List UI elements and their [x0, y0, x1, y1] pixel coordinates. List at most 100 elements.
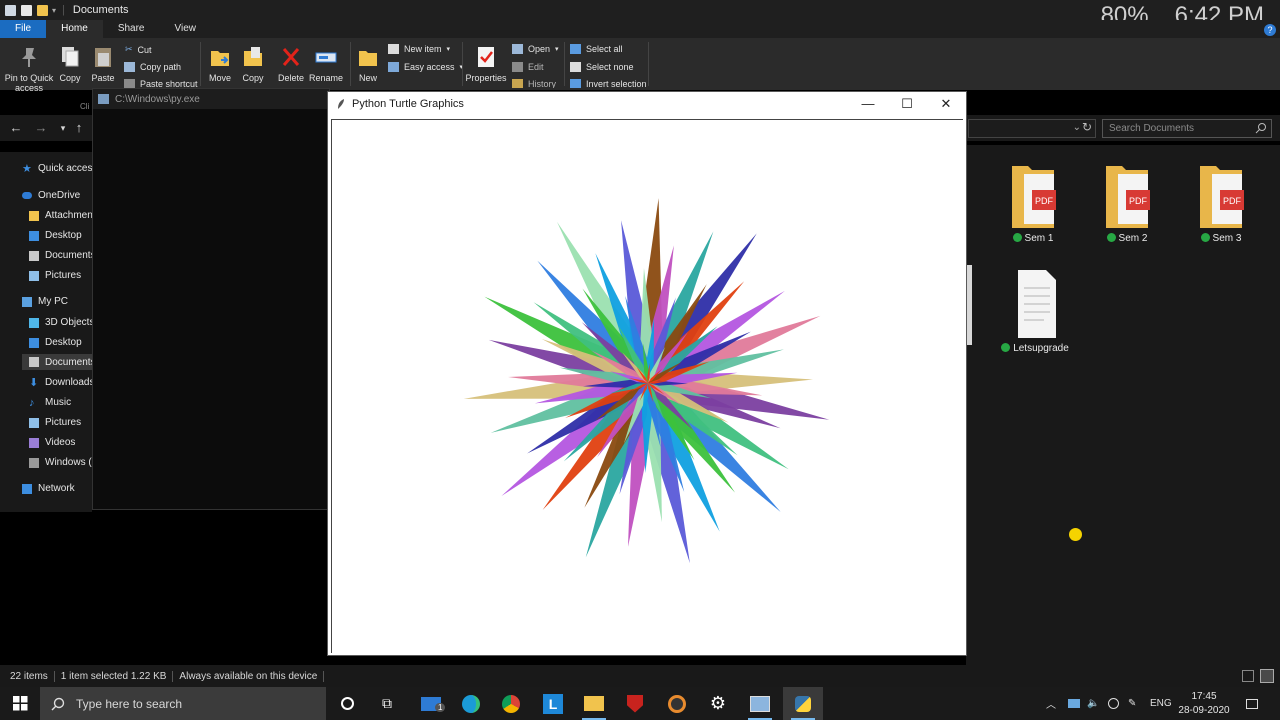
details-view-button[interactable] — [1242, 670, 1254, 682]
tab-view[interactable]: View — [160, 20, 212, 38]
tab-home[interactable]: Home — [46, 20, 103, 38]
new-folder-quick-icon[interactable] — [37, 4, 48, 16]
address-dropdown-icon[interactable]: ⌄ — [1073, 122, 1081, 133]
copy-button[interactable]: Copy — [58, 45, 82, 83]
open-button[interactable]: Open ▾ — [512, 44, 559, 54]
properties-quick-icon[interactable] — [21, 4, 32, 16]
windows-start-icon[interactable] — [0, 687, 40, 720]
nav-my-pc[interactable]: My PC — [22, 296, 68, 307]
pin-to-quick-access-button[interactable]: Pin to Quick access — [4, 45, 54, 93]
invert-selection-button[interactable]: Invert selection — [570, 79, 647, 88]
taskbar-search-box[interactable]: Type here to search — [40, 687, 326, 720]
media-app-button[interactable] — [657, 687, 697, 720]
delete-button[interactable]: Delete — [276, 45, 306, 83]
properties-button[interactable]: Properties — [464, 45, 508, 83]
rename-button[interactable]: Rename — [308, 45, 344, 83]
task-view-button[interactable]: ⧉ — [367, 687, 407, 720]
turtle-canvas[interactable] — [331, 119, 963, 653]
cut-button[interactable]: ✂ Cut — [125, 44, 152, 55]
move-to-button[interactable]: Move — [206, 45, 234, 83]
edit-button[interactable]: Edit — [512, 62, 544, 72]
nav-label: 3D Objects — [45, 317, 92, 328]
edge-app-button[interactable] — [451, 687, 491, 720]
help-icon[interactable]: ? — [1264, 24, 1276, 36]
close-button[interactable]: ✕ — [926, 92, 966, 115]
nav-pictures[interactable]: Pictures — [29, 417, 81, 428]
history-button[interactable]: History — [512, 79, 556, 88]
nav-desktop[interactable]: Desktop — [29, 337, 82, 348]
chrome-app-button[interactable] — [491, 687, 531, 720]
file-explorer-app-button[interactable] — [574, 687, 614, 720]
nav-onedrive[interactable]: OneDrive — [22, 190, 80, 201]
folder-icon — [29, 210, 39, 221]
turtle-star-drawing — [463, 198, 830, 564]
copy-path-button[interactable]: Copy path — [124, 62, 181, 72]
network-tray-icon[interactable] — [1108, 687, 1119, 720]
language-indicator[interactable]: ENG — [1150, 687, 1172, 720]
search-icon — [51, 697, 65, 710]
pen-tray-icon[interactable]: ✎ — [1128, 687, 1136, 720]
quick-access-dropdown-icon[interactable]: ▾ — [52, 6, 56, 15]
copy-path-icon — [124, 62, 135, 72]
nav-documents[interactable]: Documents — [22, 354, 92, 370]
refresh-button[interactable]: ↻ — [1082, 120, 1092, 134]
ribbon-divider — [564, 42, 565, 86]
paste-shortcut-button[interactable]: Paste shortcut — [124, 79, 198, 88]
large-icons-view-button[interactable] — [1260, 669, 1274, 683]
tab-share[interactable]: Share — [103, 20, 160, 38]
nav-windows-drive[interactable]: Windows ( — [29, 457, 92, 468]
paste-button[interactable]: Paste — [90, 45, 116, 83]
taskbar-clock[interactable]: 17:45 28-09-2020 — [1170, 690, 1238, 718]
maximize-button[interactable]: ☐ — [887, 92, 927, 115]
tab-file[interactable]: File — [0, 20, 47, 38]
easy-access-button[interactable]: Easy access▾ — [388, 62, 463, 72]
nav-attachments[interactable]: Attachmen — [29, 210, 92, 221]
nav-downloads[interactable]: ⬇ Downloads — [29, 377, 92, 388]
py-launcher-app-button[interactable] — [740, 687, 780, 720]
forward-button[interactable]: → — [34, 119, 48, 137]
mcafee-app-button[interactable] — [615, 687, 655, 720]
nav-label: Pictures — [45, 270, 82, 281]
turtle-graphics-window[interactable]: Python Turtle Graphics — ☐ ✕ — [327, 91, 967, 656]
address-bar[interactable]: ⌄ — [968, 119, 1096, 138]
select-none-button[interactable]: Select none — [570, 62, 634, 72]
star-icon: ★ — [22, 163, 32, 174]
nav-videos[interactable]: Videos — [29, 437, 75, 448]
up-button[interactable]: ↑ — [72, 119, 86, 137]
show-hidden-icons-button[interactable]: ︿ — [1046, 687, 1056, 720]
sync-status-icon — [1200, 233, 1210, 242]
l-app-button[interactable]: L — [533, 687, 573, 720]
console-window[interactable]: C:\Windows\py.exe — [92, 88, 330, 510]
nav-onedrive-desktop[interactable]: Desktop — [29, 230, 82, 241]
easy-access-icon — [388, 62, 399, 72]
back-button[interactable]: ← — [9, 119, 23, 137]
mail-app-button[interactable]: 1 — [411, 687, 451, 720]
nav-onedrive-documents[interactable]: Documents — [29, 250, 92, 261]
nav-quick-access[interactable]: ★ Quick access — [22, 163, 97, 174]
pdf-folder-icon: PDF — [1106, 166, 1150, 228]
volume-tray-icon[interactable]: 🔈 — [1087, 687, 1099, 720]
new-item-button[interactable]: New item ▾ — [388, 44, 450, 54]
settings-app-button[interactable]: ⚙ — [698, 687, 738, 720]
search-input[interactable]: Search Documents — [1102, 119, 1272, 138]
python-app-button[interactable] — [783, 687, 823, 720]
file-tile[interactable]: PDF Sem 1 — [998, 160, 1068, 244]
app-menu-icon[interactable] — [5, 4, 16, 16]
cortana-button[interactable] — [327, 687, 367, 720]
camera-tray-icon[interactable] — [1068, 687, 1080, 720]
nav-network[interactable]: Network — [22, 483, 75, 494]
file-tile[interactable]: PDF Sem 2 — [1092, 160, 1162, 244]
nav-music[interactable]: ♪ Music — [29, 397, 71, 408]
nav-3d-objects[interactable]: 3D Objects — [29, 317, 92, 328]
console-title-bar[interactable]: C:\Windows\py.exe — [93, 89, 329, 109]
select-all-button[interactable]: Select all — [570, 44, 623, 54]
copy-to-button[interactable]: Copy — [240, 45, 266, 83]
file-tile[interactable]: PDF Sem 3 — [1186, 160, 1256, 244]
nav-onedrive-pictures[interactable]: Pictures — [29, 270, 81, 281]
recent-locations-button[interactable]: ▾ — [56, 119, 70, 137]
minimize-button[interactable]: — — [848, 92, 888, 115]
new-folder-button[interactable]: New — [354, 45, 382, 83]
action-center-button[interactable] — [1246, 687, 1258, 720]
turtle-title-bar[interactable]: Python Turtle Graphics — ☐ ✕ — [328, 92, 966, 115]
file-tile[interactable]: Letsupgrade — [1000, 268, 1070, 354]
